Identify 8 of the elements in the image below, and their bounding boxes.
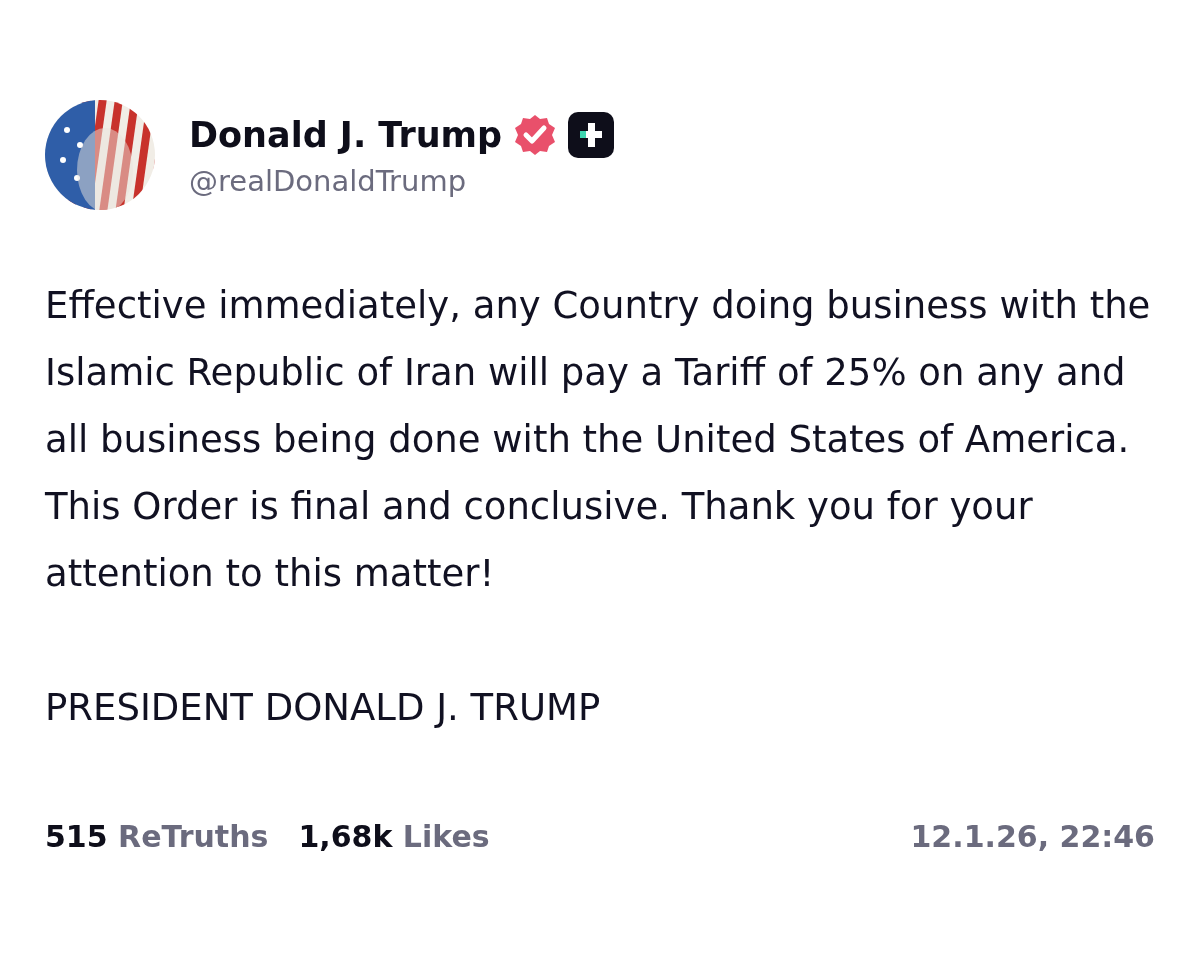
stat-link[interactable]: 1,68k Likes (298, 819, 490, 854)
author-name[interactable]: Donald J. Trump (189, 115, 503, 155)
post-text: PRESIDENT DONALD J. TRUMP (45, 685, 602, 731)
stat-link[interactable]: 515 ReTruths (45, 819, 269, 854)
post-timestamp: 12.1.26, 22:46 (910, 819, 1155, 854)
post-text: Effective immediately, any Country doing business with the Islamic Republic of Iran will pay a Tariff of 25% on any and all business being done with the United States of America. This Order is final and conclusive. Thank you for your attention to this matter! (45, 283, 1152, 597)
plus-badge-icon (568, 112, 615, 158)
author-handle[interactable]: @realDonaldTrump (189, 164, 615, 198)
